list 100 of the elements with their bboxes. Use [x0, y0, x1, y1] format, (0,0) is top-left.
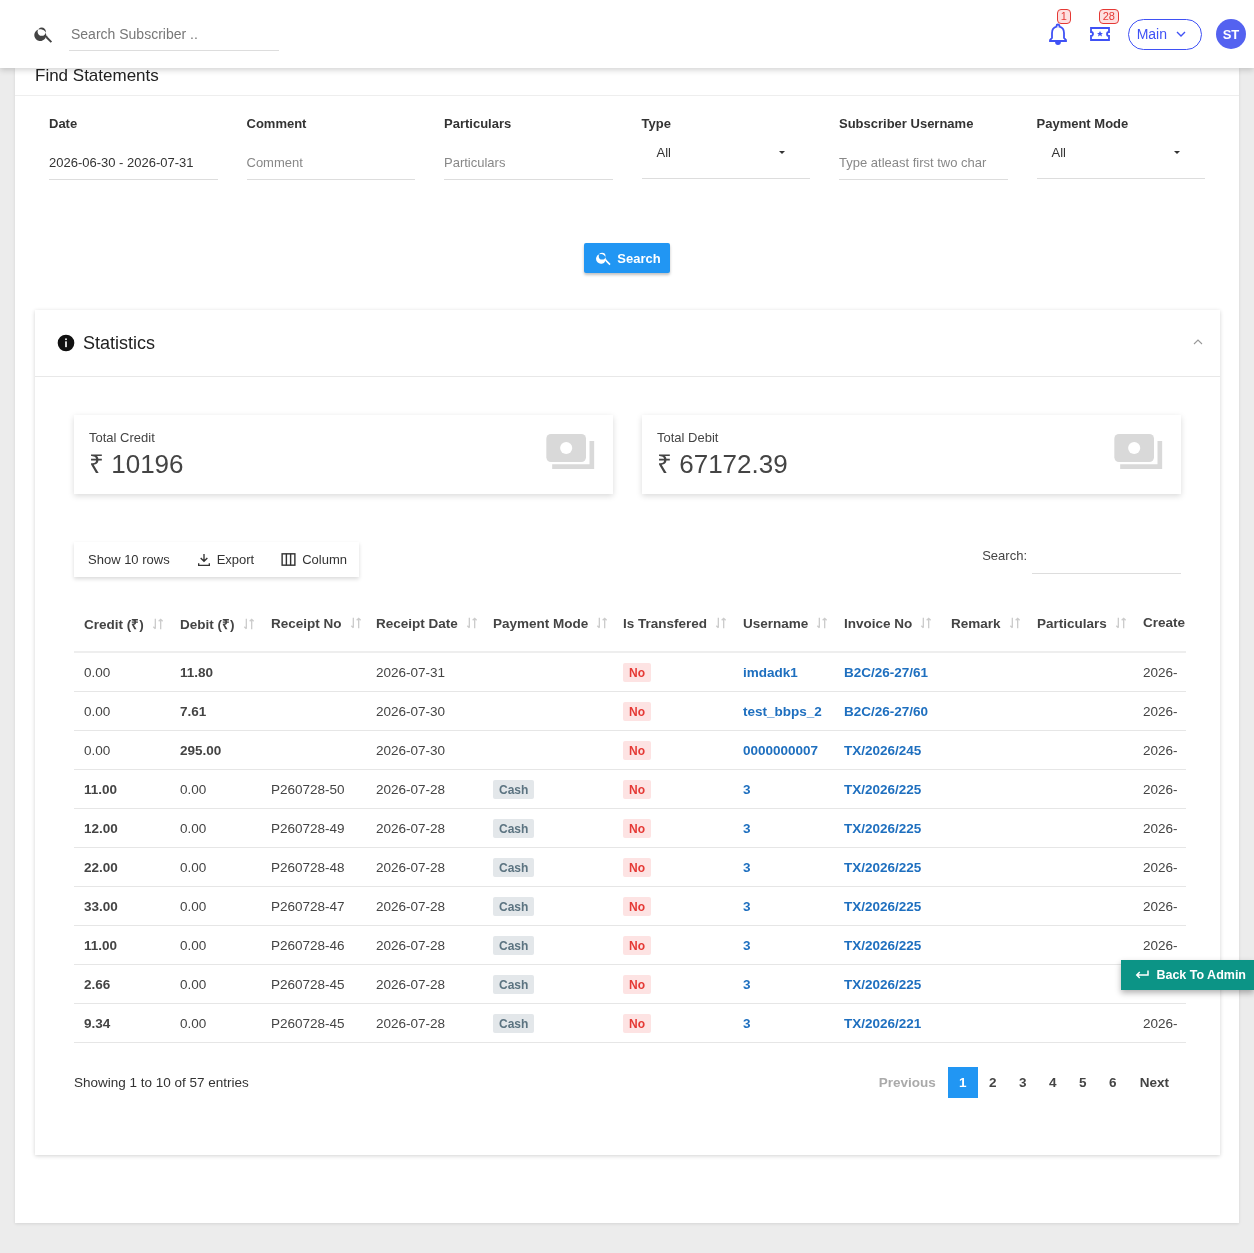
- table-cell: 2026-: [1133, 652, 1186, 692]
- payment-badge: Cash: [493, 818, 535, 838]
- stat-label: Total Debit: [657, 430, 720, 445]
- input-field[interactable]: 2026-06-30 - 2026-07-31: [49, 145, 218, 180]
- table-cell: 2026-: [1133, 691, 1186, 731]
- table-cell: 33.00: [74, 886, 170, 926]
- page-button[interactable]: 6: [1097, 1067, 1128, 1098]
- search-field[interactable]: Search Subscriber ..: [69, 17, 279, 51]
- stat-label: Total Credit: [89, 430, 156, 445]
- column-button[interactable]: Column: [266, 542, 360, 577]
- payment-badge: Cash: [493, 857, 535, 877]
- table-cell: 2026-07-28: [366, 847, 483, 887]
- stat-value: ₹ 67172.39: [657, 448, 788, 481]
- table-link[interactable]: B2C/26-27/60: [844, 703, 929, 719]
- stat-value: ₹ 10196: [89, 448, 184, 481]
- table-link[interactable]: TX/2026/245: [844, 742, 922, 758]
- status-badge: No: [623, 740, 651, 760]
- column-header[interactable]: Particulars: [1027, 611, 1133, 652]
- page-button[interactable]: 5: [1067, 1067, 1098, 1098]
- rows-button[interactable]: Show 10 rows: [74, 542, 182, 577]
- table-cell: 2026-07-28: [366, 769, 483, 809]
- export-button[interactable]: Export: [181, 542, 267, 577]
- table-link[interactable]: TX/2026/221: [844, 1015, 922, 1031]
- column-header[interactable]: Receipt No: [261, 611, 366, 652]
- column-header[interactable]: Payment Mode: [483, 611, 613, 652]
- next-button[interactable]: Next: [1127, 1067, 1181, 1098]
- page-button[interactable]: 3: [1007, 1067, 1038, 1098]
- table-cell: 2026-07-31: [366, 652, 483, 692]
- table-link[interactable]: 3: [743, 1015, 751, 1031]
- table-link[interactable]: B2C/26-27/61: [844, 664, 929, 680]
- table-cell: 2026-07-28: [366, 886, 483, 926]
- table-cell: 2026-07-30: [366, 730, 483, 770]
- table-link[interactable]: 3: [743, 781, 751, 797]
- input-field[interactable]: Comment: [246, 145, 415, 180]
- table-link[interactable]: TX/2026/225: [844, 898, 922, 914]
- table-cell: 2026-: [1133, 886, 1186, 926]
- column-header[interactable]: Create: [1133, 611, 1186, 652]
- table-link[interactable]: 3: [743, 937, 751, 953]
- table-cell: P260728-50: [261, 769, 366, 809]
- table-link[interactable]: TX/2026/225: [844, 820, 922, 836]
- table-link[interactable]: 3: [743, 898, 751, 914]
- payment-badge: Cash: [493, 935, 535, 955]
- table-cell: 7.61: [170, 691, 261, 731]
- page-button[interactable]: 4: [1037, 1067, 1068, 1098]
- table-link[interactable]: 3: [743, 976, 751, 992]
- status-badge: No: [623, 662, 651, 682]
- table-link[interactable]: TX/2026/225: [844, 937, 922, 953]
- search-button[interactable]: Search: [584, 243, 670, 273]
- table-link[interactable]: 3: [743, 820, 751, 836]
- select-field[interactable]: All: [1036, 141, 1205, 179]
- columns-icon: [280, 551, 298, 568]
- table-link[interactable]: imdadk1: [743, 664, 798, 680]
- table-cell: 0.00: [74, 730, 170, 770]
- column-header[interactable]: Debit (₹): [170, 611, 261, 652]
- table-cell: 0.00: [170, 1003, 261, 1043]
- table-cell: P260728-46: [261, 925, 366, 965]
- table-cell: 2026-: [1133, 730, 1186, 770]
- payment-badge: Cash: [493, 1013, 535, 1033]
- column-header[interactable]: Is Transfered: [613, 611, 733, 652]
- section-title: Statistics: [83, 332, 156, 354]
- table-link[interactable]: TX/2026/225: [844, 976, 922, 992]
- status-badge: No: [623, 1013, 651, 1033]
- column-header[interactable]: Credit (₹): [74, 611, 170, 652]
- page-button[interactable]: 1: [947, 1067, 978, 1098]
- select-field[interactable]: All: [641, 141, 810, 179]
- payment-badge: Cash: [493, 974, 535, 994]
- column-header[interactable]: Invoice No: [834, 611, 941, 652]
- table-cell: 0.00: [170, 964, 261, 1004]
- table-link[interactable]: TX/2026/225: [844, 859, 922, 875]
- table-cell: 0.00: [74, 691, 170, 731]
- table-cell: 2.66: [74, 964, 170, 1004]
- table-cell: 2026-07-30: [366, 691, 483, 731]
- back-button[interactable]: Back To Admin: [1121, 960, 1254, 990]
- table-cell: 12.00: [74, 808, 170, 848]
- table-cell: 0.00: [170, 769, 261, 809]
- table-cell: 22.00: [74, 847, 170, 887]
- table-link[interactable]: 3: [743, 859, 751, 875]
- table-link[interactable]: test_bbps_2: [743, 703, 822, 719]
- page-button[interactable]: 2: [977, 1067, 1008, 1098]
- payment-badge: Cash: [493, 896, 535, 916]
- field-label: Particulars: [444, 116, 513, 131]
- column-header[interactable]: Receipt Date: [366, 611, 483, 652]
- table-cell: 2026-07-28: [366, 808, 483, 848]
- field-label: Subscriber Username: [839, 116, 975, 131]
- user-avatar[interactable]: ST: [1216, 19, 1246, 49]
- table-cell: 11.00: [74, 769, 170, 809]
- status-badge: No: [623, 935, 651, 955]
- table-link[interactable]: 0000000007: [743, 742, 819, 758]
- table-cell: 2026-07-28: [366, 964, 483, 1004]
- field-label: Comment: [246, 116, 308, 131]
- input-field[interactable]: Type atleast first two char: [839, 145, 1008, 180]
- input-field[interactable]: Particulars: [444, 145, 613, 180]
- menu-dropdown[interactable]: Main: [1127, 18, 1202, 50]
- table-cell: P260728-47: [261, 886, 366, 926]
- table-link[interactable]: TX/2026/225: [844, 781, 922, 797]
- table-cell: 0.00: [170, 925, 261, 965]
- table-cell: 2026-: [1133, 847, 1186, 887]
- column-header[interactable]: Remark: [941, 611, 1027, 652]
- table-cell: P260728-48: [261, 847, 366, 887]
- column-header[interactable]: Username: [733, 611, 834, 652]
